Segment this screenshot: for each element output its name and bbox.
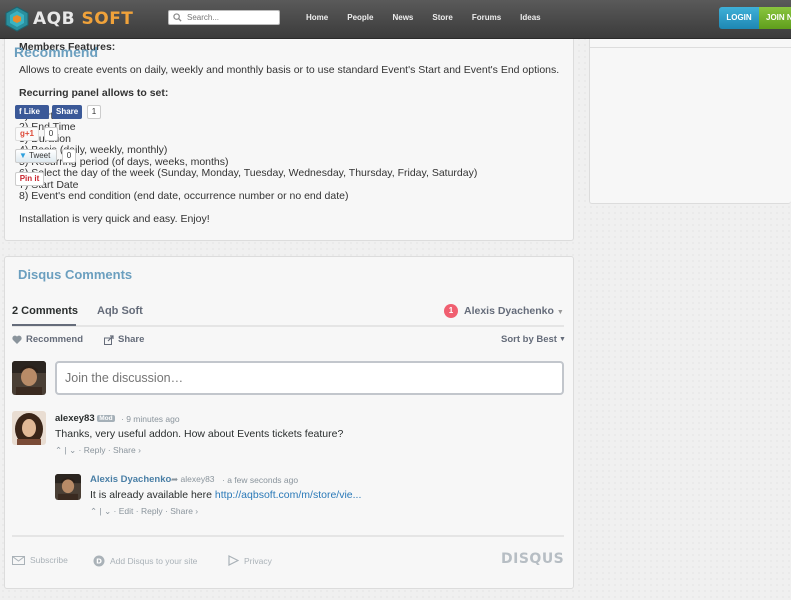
- facebook-share-button[interactable]: Share: [52, 105, 82, 119]
- nav-store[interactable]: Store: [432, 13, 452, 22]
- logo-icon: [4, 6, 30, 32]
- avatar[interactable]: [12, 411, 46, 445]
- user-menu[interactable]: Alexis Dyachenko ▼: [464, 305, 564, 317]
- reply-to[interactable]: ➦ alexey83: [171, 474, 215, 485]
- downvote-icon[interactable]: ⌄: [69, 445, 76, 455]
- divider: [590, 47, 791, 48]
- pinit-button[interactable]: Pin it: [15, 172, 44, 186]
- main-nav: Home People News Store Forums Ideas: [306, 13, 560, 22]
- closing-text: Installation is very quick and easy. Enj…: [19, 213, 210, 225]
- join-discussion-input[interactable]: [57, 363, 562, 393]
- site-logo[interactable]: AQB SOFT: [4, 6, 133, 32]
- recurring-item: 8) Event's end condition (end date, occu…: [19, 190, 349, 202]
- login-button[interactable]: LOGIN: [719, 7, 759, 29]
- gplus-row: g+1 0: [15, 127, 58, 141]
- recurring-item: 6) Select the day of the week (Sunday, M…: [19, 167, 478, 179]
- reply-arrow-icon: ➦: [171, 474, 179, 484]
- logo-text-aqb: AQB: [33, 9, 76, 29]
- chevron-down-icon: ▼: [558, 336, 566, 343]
- sort-dropdown[interactable]: Sort by Best ▼: [501, 334, 566, 345]
- search-box[interactable]: [168, 10, 280, 25]
- tab-site[interactable]: Aqb Soft: [97, 305, 143, 317]
- privacy-icon: [228, 555, 239, 566]
- twitter-bird-icon: ▼: [19, 151, 27, 160]
- footer-divider: [12, 535, 564, 537]
- share-button[interactable]: Share: [104, 334, 144, 345]
- nav-ideas[interactable]: Ideas: [520, 13, 540, 22]
- nav-people[interactable]: People: [347, 13, 373, 22]
- upvote-icon[interactable]: ⌃: [90, 506, 97, 516]
- comment-text: Thanks, very useful addon. How about Eve…: [55, 428, 344, 440]
- store-link[interactable]: http://aqbsoft.com/m/store/vie...: [215, 489, 361, 501]
- search-icon: [173, 13, 182, 25]
- gplus-count: 0: [44, 127, 58, 141]
- comment-author[interactable]: Alexis Dyachenko: [90, 474, 171, 485]
- facebook-count: 1: [87, 105, 101, 119]
- pinterest-row: Pin it: [15, 172, 44, 186]
- disqus-logo[interactable]: DISQUS: [501, 551, 564, 567]
- avatar[interactable]: [55, 474, 81, 500]
- join-button[interactable]: JOIN N: [759, 7, 791, 29]
- recommend-title: Recommend: [14, 44, 99, 60]
- tweet-button[interactable]: ▼ Tweet: [15, 149, 57, 163]
- comment-time[interactable]: · 9 minutes ago: [121, 414, 180, 424]
- comment-author[interactable]: alexey83 Mod: [55, 413, 115, 424]
- members-features-text: Allows to create events on daily, weekly…: [19, 64, 560, 76]
- comment-actions: ⌃ | ⌄ · Edit · Reply · Share ›: [90, 506, 199, 516]
- description-panel: [4, 30, 574, 241]
- recommend-panel: [589, 30, 791, 204]
- twitter-row: ▼ Tweet 0: [15, 149, 76, 163]
- disqus-title: Disqus Comments: [18, 267, 133, 282]
- avatar[interactable]: [12, 361, 46, 395]
- moderator-badge: Mod: [97, 415, 115, 422]
- privacy-link[interactable]: Privacy: [228, 555, 272, 566]
- envelope-icon: [12, 555, 25, 565]
- comment-actions: ⌃ | ⌄ · Reply · Share ›: [55, 445, 141, 455]
- tweet-count: 0: [62, 149, 76, 163]
- join-discussion-box[interactable]: [55, 361, 564, 395]
- tabs-divider: [12, 325, 564, 327]
- nav-home[interactable]: Home: [306, 13, 328, 22]
- upvote-icon[interactable]: ⌃: [55, 445, 62, 455]
- comment-text: It is already available here http://aqbs…: [90, 489, 362, 501]
- subscribe-link[interactable]: Subscribe: [12, 555, 68, 565]
- facebook-row: f Like Share 1: [15, 105, 101, 119]
- gplus-button[interactable]: g+1: [15, 127, 39, 141]
- logo-text-soft: SOFT: [81, 9, 134, 29]
- comment-time[interactable]: · a few seconds ago: [222, 475, 298, 485]
- active-tab-indicator: [12, 324, 76, 326]
- notification-badge[interactable]: 1: [444, 304, 458, 318]
- heart-icon: [12, 335, 22, 344]
- recommend-button[interactable]: Recommend: [12, 334, 83, 345]
- add-disqus-link[interactable]: D Add Disqus to your site: [93, 555, 197, 567]
- comment-action-links[interactable]: Reply · Share ›: [84, 445, 141, 455]
- tab-comments[interactable]: 2 Comments: [12, 305, 78, 317]
- share-icon: [104, 334, 114, 345]
- nav-forums[interactable]: Forums: [472, 13, 501, 22]
- nav-news[interactable]: News: [392, 13, 413, 22]
- recurring-title: Recurring panel allows to set:: [19, 87, 169, 99]
- search-input[interactable]: [187, 11, 277, 24]
- disqus-icon: D: [93, 555, 105, 567]
- facebook-like-button[interactable]: f Like: [15, 105, 49, 119]
- comment-action-links[interactable]: Edit · Reply · Share ›: [119, 506, 198, 516]
- chevron-down-icon: ▼: [556, 309, 564, 316]
- svg-text:D: D: [96, 558, 102, 566]
- downvote-icon[interactable]: ⌄: [104, 506, 111, 516]
- top-navbar: AQB SOFT Home People News Store Forums I…: [0, 0, 791, 39]
